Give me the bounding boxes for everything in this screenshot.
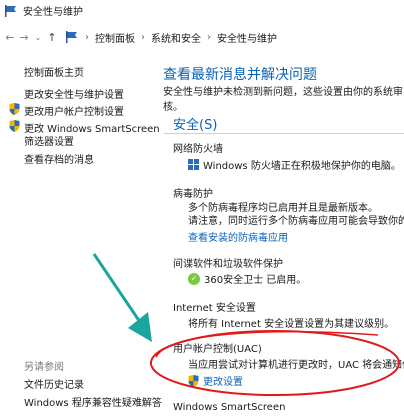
virus-title: 病毒防护 (173, 189, 213, 200)
shield-icon (9, 120, 20, 132)
back-arrow-icon[interactable]: ← (3, 31, 17, 44)
recent-dropdown-icon[interactable]: ⌄ (31, 33, 45, 42)
spyware-status: ✓ 360安全卫士 已启用。 (188, 271, 306, 286)
sidebar-item-smartscreen-filter[interactable]: 筛选器设置 (24, 133, 74, 148)
flag-icon (66, 31, 77, 43)
shield-icon (9, 103, 20, 115)
see-also-heading: 另请参阅 (24, 362, 64, 373)
forward-arrow-icon[interactable]: → (17, 31, 31, 44)
sidebar-item-change-uac-settings[interactable]: 更改用户帐户控制设置 (9, 103, 124, 118)
breadcrumb-item-security-maintenance[interactable]: 安全性与维护 (217, 30, 277, 45)
windows-logo-icon (188, 159, 199, 170)
firewall-title: 网络防火墙 (173, 144, 223, 155)
page-title: 查看最新消息并解决问题 (163, 67, 317, 83)
window-title-bar: 安全性与维护 (4, 3, 83, 18)
firewall-status: Windows 防火墙正在积极地保护你的电脑。 (188, 157, 401, 172)
view-antivirus-link[interactable]: 查看安装的防病毒应用 (188, 229, 288, 244)
breadcrumb-item-system-security[interactable]: 系统和安全 (151, 30, 201, 45)
breadcrumb: › 控制面板 › 系统和安全 › 安全性与维护 (65, 30, 277, 45)
subtitle-label: 安全性与维护 (163, 87, 223, 98)
see-also-compatibility-troubleshooter[interactable]: Windows 程序兼容性疑难解答 (24, 394, 162, 409)
breadcrumb-item-control-panel[interactable]: 控制面板 (95, 30, 135, 45)
see-also-file-history[interactable]: 文件历史记录 (24, 376, 84, 391)
breadcrumb-separator: › (141, 31, 145, 43)
divider (164, 133, 404, 134)
virus-line2: 请注意，同时运行多个防病毒应用可能会导致你的电脑运行 (188, 216, 404, 227)
firewall-status-text: Windows 防火墙正在积极地保护你的电脑。 (203, 161, 401, 172)
sidebar-item-label: 更改用户帐户控制设置 (24, 107, 124, 118)
smartscreen-title: Windows SmartScreen (173, 402, 286, 413)
breadcrumb-separator: › (85, 31, 89, 43)
breadcrumb-separator: › (207, 31, 211, 43)
360-shield-icon: ✓ (188, 272, 200, 285)
address-bar: ← → ⌄ ↑ › 控制面板 › 系统和安全 › 安全性与维护 (0, 24, 404, 50)
spyware-title: 间谍软件和垃圾软件保护 (173, 259, 283, 270)
security-section-header[interactable]: 安全(S) (173, 114, 217, 133)
sidebar-item-change-security-settings[interactable]: 更改安全性与维护设置 (24, 86, 124, 101)
internet-title: Internet 安全设置 (173, 303, 256, 314)
annotation-highlight-ellipse (150, 330, 400, 396)
section-title: 安全(S) (173, 118, 218, 133)
up-arrow-icon[interactable]: ↑ (45, 31, 59, 44)
window-title: 安全性与维护 (23, 7, 83, 18)
subtitle: 安全性与维护未检测到新问题，这些设置由你的系统审核。 (163, 83, 404, 113)
sidebar-item-archived-messages[interactable]: 查看存档的消息 (24, 151, 94, 166)
flag-icon (5, 4, 16, 17)
sidebar-item-home[interactable]: 控制面板主页 (24, 64, 84, 79)
spyware-status-text: 360安全卫士 已启用。 (204, 275, 307, 286)
